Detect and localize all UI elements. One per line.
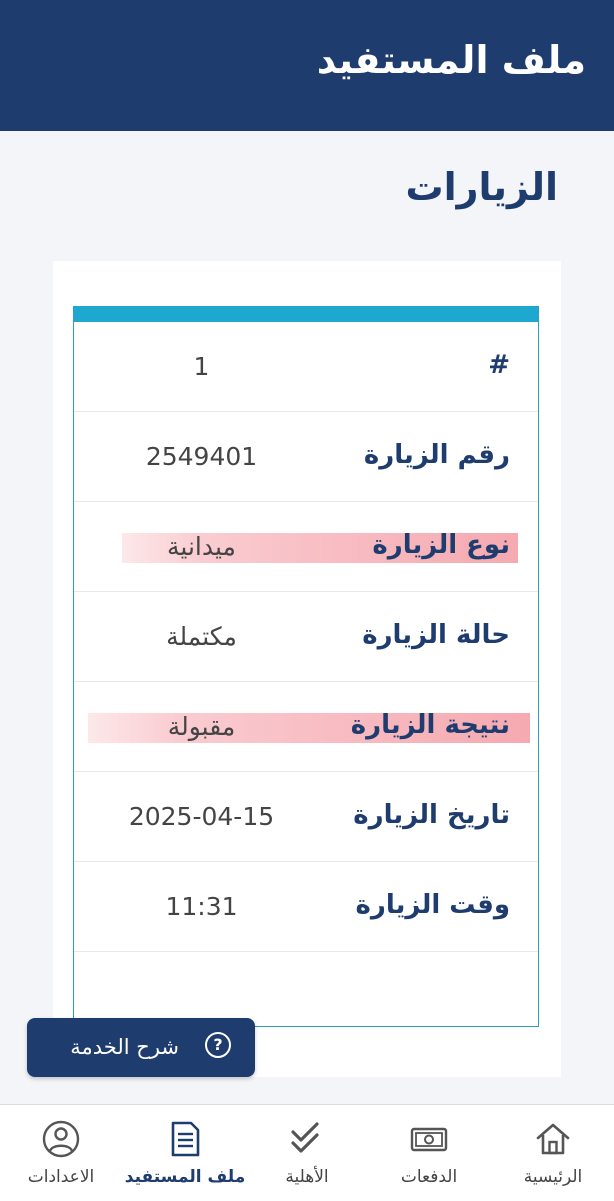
nav-label: الاعدادات (27, 1167, 95, 1187)
row-label: نوع الزيارة (372, 530, 510, 560)
visit-row-status: حالة الزيارة مكتملة (74, 592, 538, 682)
document-icon (171, 1121, 200, 1157)
row-value: مقبولة (167, 712, 236, 741)
row-value: مكتملة (166, 622, 237, 651)
row-value: 1 (193, 352, 210, 381)
visit-row-index: # 1 (74, 322, 538, 412)
user-circle-icon (42, 1120, 80, 1158)
row-label: حالة الزيارة (362, 620, 510, 650)
row-label: وقت الزيارة (355, 890, 510, 920)
home-icon (536, 1123, 570, 1155)
row-value: 2025-04-15 (128, 802, 275, 831)
bottom-navigation: الرئيسية الدفعات الأهلية ملف المستفيد ال… (0, 1104, 614, 1201)
help-label: شرح الخدمة (70, 1035, 179, 1059)
section-title: الزيارات (405, 165, 558, 209)
nav-item-home[interactable]: الرئيسية (492, 1105, 614, 1201)
row-value: ميدانية (167, 532, 236, 561)
question-circle-icon: ? (205, 1032, 231, 1058)
nav-item-beneficiary-profile[interactable]: ملف المستفيد (124, 1105, 246, 1201)
app-header: ملف المستفيد (0, 0, 614, 131)
nav-label: الأهلية (285, 1167, 329, 1187)
service-help-button[interactable]: ? شرح الخدمة (27, 1018, 255, 1077)
nav-item-payments[interactable]: الدفعات (368, 1105, 490, 1201)
nav-item-settings[interactable]: الاعدادات (0, 1105, 122, 1201)
row-label: نتيجة الزيارة (350, 710, 510, 740)
visit-details-table: # 1 رقم الزيارة 2549401 نوع الزيارة ميدا… (73, 306, 539, 1027)
nav-item-eligibility[interactable]: الأهلية (246, 1105, 368, 1201)
visit-row-date: تاريخ الزيارة 2025-04-15 (74, 772, 538, 862)
visit-row-result: نتيجة الزيارة مقبولة (74, 682, 538, 772)
visit-row-time: وقت الزيارة 11:31 (74, 862, 538, 952)
row-label: تاريخ الزيارة (353, 800, 510, 830)
row-value: 2549401 (145, 442, 258, 471)
page-title: ملف المستفيد (316, 38, 586, 82)
row-label: رقم الزيارة (363, 440, 510, 470)
double-check-icon (291, 1122, 319, 1153)
visit-row-number: رقم الزيارة 2549401 (74, 412, 538, 502)
row-label: # (488, 350, 510, 380)
nav-label: ملف المستفيد (124, 1167, 246, 1187)
row-value: 11:31 (165, 892, 238, 921)
nav-label: الدفعات (400, 1167, 458, 1187)
nav-label: الرئيسية (523, 1167, 583, 1187)
visit-row-type: نوع الزيارة ميدانية (74, 502, 538, 592)
table-accent-bar (74, 306, 538, 322)
banknote-icon (410, 1127, 448, 1152)
